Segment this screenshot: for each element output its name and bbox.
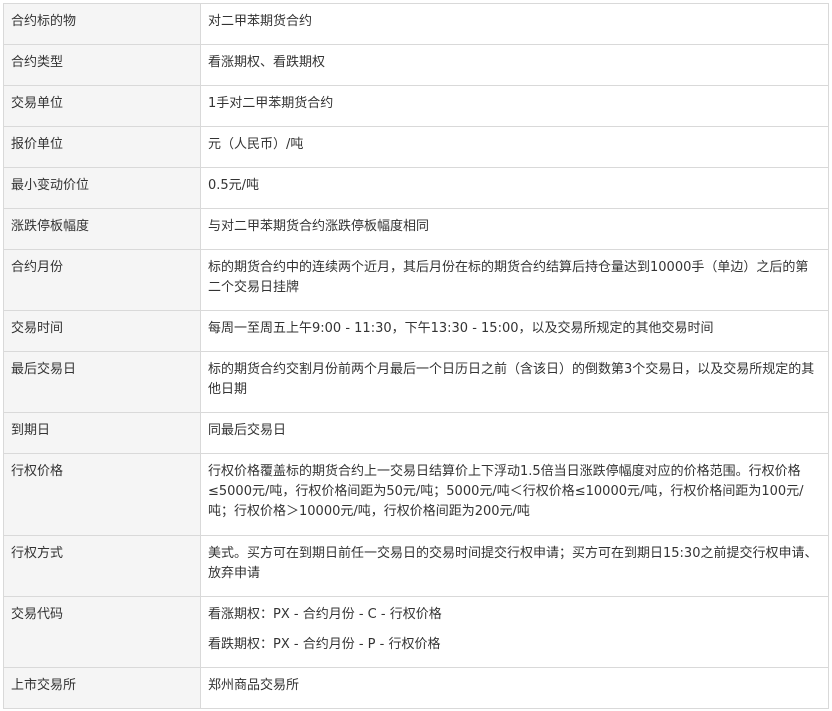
row-label: 交易单位 <box>3 85 201 127</box>
table-row: 行权方式 美式。买方可在到期日前任一交易日的交易时间提交行权申请；买方可在到期日… <box>3 535 829 597</box>
table-row: 到期日 同最后交易日 <box>3 412 829 454</box>
row-value: 对二甲苯期货合约 <box>200 3 829 45</box>
row-value: 1手对二甲苯期货合约 <box>200 85 829 127</box>
table-row: 交易单位 1手对二甲苯期货合约 <box>3 85 829 127</box>
row-label: 最小变动价位 <box>3 167 201 209</box>
table-row: 合约类型 看涨期权、看跌期权 <box>3 44 829 86</box>
row-label: 合约标的物 <box>3 3 201 45</box>
row-value: 郑州商品交易所 <box>200 667 829 709</box>
table-row: 报价单位 元（人民币）/吨 <box>3 126 829 168</box>
table-row: 合约标的物 对二甲苯期货合约 <box>3 3 829 45</box>
table-row: 合约月份 标的期货合约中的连续两个近月，其后月份在标的期货合约结算后持仓量达到1… <box>3 249 829 311</box>
row-label: 行权方式 <box>3 535 201 597</box>
table-row: 行权价格 行权价格覆盖标的期货合约上一交易日结算价上下浮动1.5倍当日涨跌停幅度… <box>3 453 829 536</box>
row-label: 最后交易日 <box>3 351 201 413</box>
row-value: 行权价格覆盖标的期货合约上一交易日结算价上下浮动1.5倍当日涨跌停幅度对应的价格… <box>200 453 829 536</box>
row-value: 看涨期权、看跌期权 <box>200 44 829 86</box>
row-label: 到期日 <box>3 412 201 454</box>
table-row: 上市交易所 郑州商品交易所 <box>3 667 829 709</box>
row-label: 上市交易所 <box>3 667 201 709</box>
row-label: 交易时间 <box>3 310 201 352</box>
row-label: 行权价格 <box>3 453 201 536</box>
call-option-code: 看涨期权：PX - 合约月份 - C - 行权价格 <box>208 607 442 622</box>
row-value: 看涨期权：PX - 合约月份 - C - 行权价格 看跌期权：PX - 合约月份… <box>200 596 829 668</box>
table-row: 涨跌停板幅度 与对二甲苯期货合约涨跌停板幅度相同 <box>3 208 829 250</box>
table-row: 交易时间 每周一至周五上午9:00 - 11:30，下午13:30 - 15:0… <box>3 310 829 352</box>
table-row: 交易代码 看涨期权：PX - 合约月份 - C - 行权价格 看跌期权：PX -… <box>3 596 829 668</box>
row-label: 涨跌停板幅度 <box>3 208 201 250</box>
row-value: 同最后交易日 <box>200 412 829 454</box>
row-label: 报价单位 <box>3 126 201 168</box>
table-row: 最小变动价位 0.5元/吨 <box>3 167 829 209</box>
row-label: 合约月份 <box>3 249 201 311</box>
put-option-code: 看跌期权：PX - 合约月份 - P - 行权价格 <box>208 637 441 652</box>
row-label: 交易代码 <box>3 596 201 668</box>
contract-spec-table: 合约标的物 对二甲苯期货合约 合约类型 看涨期权、看跌期权 交易单位 1手对二甲… <box>3 3 829 709</box>
row-value: 元（人民币）/吨 <box>200 126 829 168</box>
table-row: 最后交易日 标的期货合约交割月份前两个月最后一个日历日之前（含该日）的倒数第3个… <box>3 351 829 413</box>
row-value: 标的期货合约中的连续两个近月，其后月份在标的期货合约结算后持仓量达到10000手… <box>200 249 829 311</box>
row-value: 与对二甲苯期货合约涨跌停板幅度相同 <box>200 208 829 250</box>
row-value: 0.5元/吨 <box>200 167 829 209</box>
row-value: 每周一至周五上午9:00 - 11:30，下午13:30 - 15:00，以及交… <box>200 310 829 352</box>
row-value: 标的期货合约交割月份前两个月最后一个日历日之前（含该日）的倒数第3个交易日，以及… <box>200 351 829 413</box>
row-value: 美式。买方可在到期日前任一交易日的交易时间提交行权申请；买方可在到期日15:30… <box>200 535 829 597</box>
row-label: 合约类型 <box>3 44 201 86</box>
